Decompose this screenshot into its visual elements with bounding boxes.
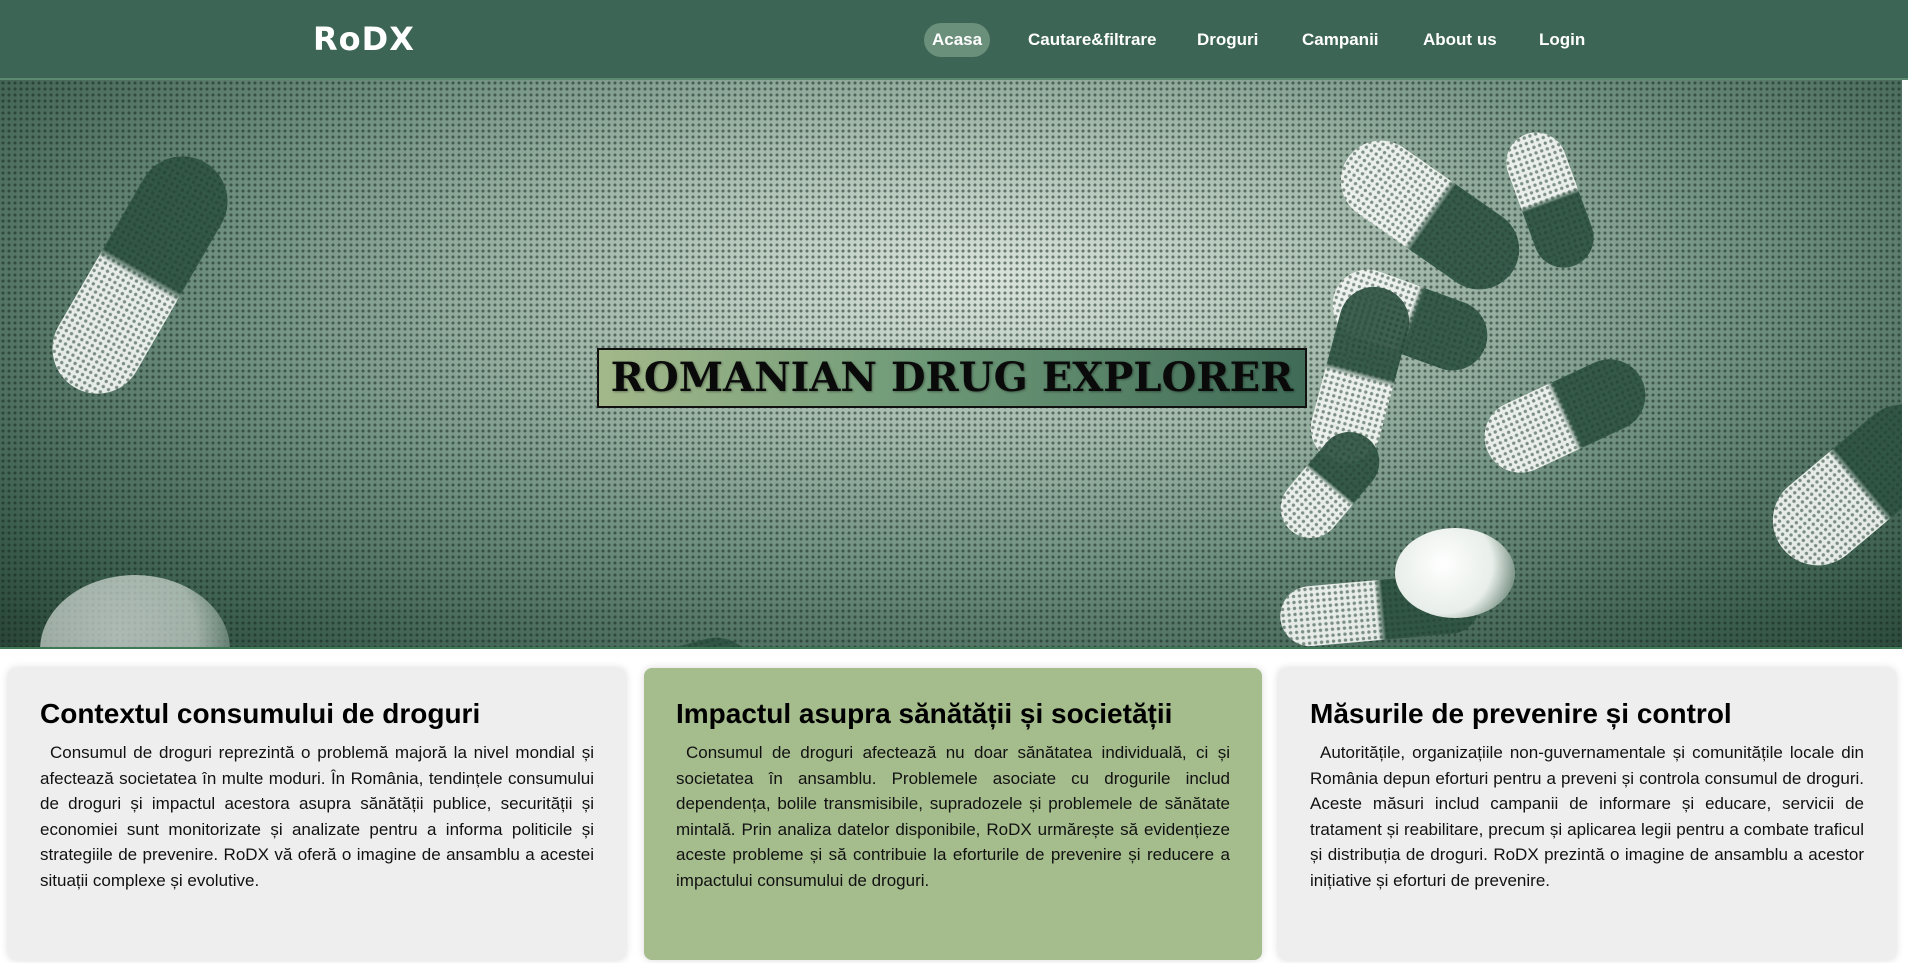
- nav-campanii[interactable]: Campanii: [1294, 23, 1387, 57]
- card-text: Autoritățile, organizațiile non-guvernam…: [1310, 743, 1864, 890]
- card-title: Impactul asupra sănătății și societății: [676, 698, 1173, 729]
- card-title: Măsurile de prevenire și control: [1310, 698, 1732, 729]
- nav-cautare-filtrare[interactable]: Cautare&filtrare: [1020, 23, 1165, 57]
- nav-acasa[interactable]: Acasa: [924, 23, 991, 57]
- hero-banner: ROMANIAN DRUG EXPLORER: [0, 80, 1902, 649]
- nav-droguri[interactable]: Droguri: [1189, 23, 1266, 57]
- tablet-image: [1395, 528, 1515, 618]
- top-navbar: RoDX Acasa Cautare&filtrare Droguri Camp…: [0, 0, 1908, 80]
- card-prevention: Măsurile de prevenire și control Autorit…: [1278, 668, 1896, 960]
- main-nav: Acasa Cautare&filtrare Droguri Campanii …: [0, 23, 1908, 57]
- card-title: Contextul consumului de droguri: [40, 698, 481, 729]
- card-context: Contextul consumului de droguri Consumul…: [8, 668, 626, 960]
- nav-about-us[interactable]: About us: [1415, 23, 1505, 57]
- card-impact: Impactul asupra sănătății și societății …: [644, 668, 1262, 960]
- card-text: Consumul de droguri reprezintă o problem…: [40, 743, 594, 890]
- nav-login[interactable]: Login: [1531, 23, 1593, 57]
- card-text: Consumul de droguri afectează nu doar să…: [676, 743, 1230, 890]
- hero-title: ROMANIAN DRUG EXPLORER: [597, 348, 1307, 408]
